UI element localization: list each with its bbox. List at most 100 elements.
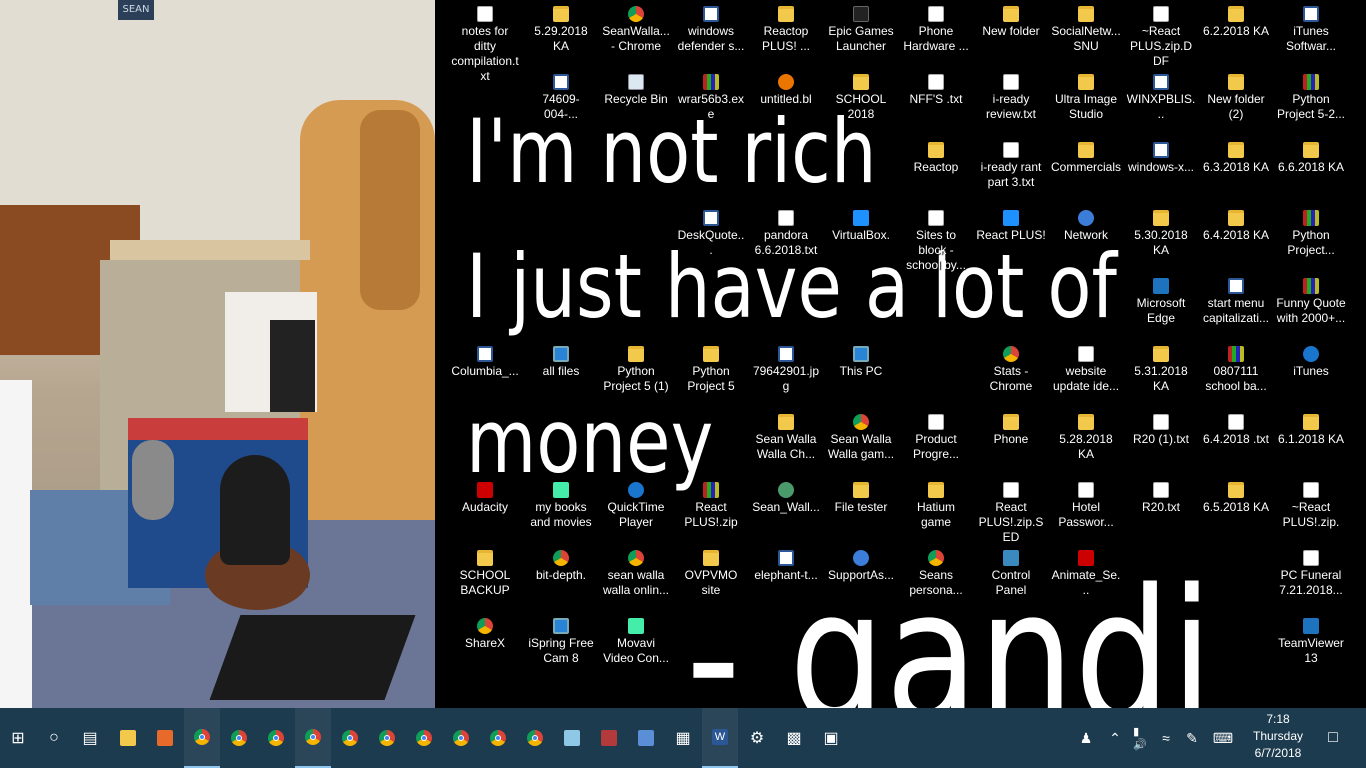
desktop-icon[interactable]: React PLUS!: [974, 204, 1048, 270]
desktop-icon[interactable]: 6.2.2018 KA: [1199, 0, 1273, 66]
desktop-icon[interactable]: Python Project 5: [674, 340, 748, 406]
desktop-icon[interactable]: Seans persona...: [899, 544, 973, 610]
desktop-icon[interactable]: Sites to block - school by...: [899, 204, 973, 272]
desktop-icon[interactable]: Network: [1049, 204, 1123, 270]
taskbar-button[interactable]: ⊞: [0, 708, 36, 768]
taskbar-button[interactable]: [369, 708, 405, 768]
desktop-icon[interactable]: Hatium game: [899, 476, 973, 542]
desktop-icon[interactable]: Recycle Bin: [599, 68, 673, 134]
desktop-icon[interactable]: File tester: [824, 476, 898, 542]
desktop-icon[interactable]: TeamViewer 13: [1274, 612, 1348, 678]
desktop-icon[interactable]: Reactop PLUS! ...: [749, 0, 823, 66]
desktop-icon[interactable]: NFF'S .txt: [899, 68, 973, 134]
desktop-icon[interactable]: OVPVMO site: [674, 544, 748, 610]
desktop-icon[interactable]: i-ready review.txt: [974, 68, 1048, 134]
desktop-icon[interactable]: 6.4.2018 .txt: [1199, 408, 1273, 474]
taskbar-button[interactable]: [554, 708, 590, 768]
desktop-icon[interactable]: Stats - Chrome: [974, 340, 1048, 406]
taskbar-button[interactable]: [406, 708, 442, 768]
taskbar-button[interactable]: [295, 708, 331, 768]
desktop-icon[interactable]: Control Panel: [974, 544, 1048, 610]
people-icon[interactable]: ♟: [1072, 708, 1100, 768]
desktop-icon[interactable]: iTunes: [1274, 340, 1348, 406]
desktop-icon[interactable]: Hotel Passwor...: [1049, 476, 1123, 542]
desktop-icon[interactable]: 6.4.2018 KA: [1199, 204, 1273, 270]
desktop-icon[interactable]: notes for ditty compilation.txt: [448, 0, 522, 83]
desktop-icon[interactable]: Sean_Wall...: [749, 476, 823, 542]
desktop-icon[interactable]: SeanWalla... - Chrome: [599, 0, 673, 66]
desktop-icon[interactable]: Commercials: [1049, 136, 1123, 202]
desktop-icon[interactable]: WINXPBLIS...: [1124, 68, 1198, 134]
taskbar-button[interactable]: ▦: [665, 708, 701, 768]
desktop-icon[interactable]: Ultra Image Studio: [1049, 68, 1123, 134]
desktop-icon[interactable]: Reactop: [899, 136, 973, 202]
taskbar-button[interactable]: [110, 708, 146, 768]
desktop-icon[interactable]: Epic Games Launcher: [824, 0, 898, 66]
desktop-icon[interactable]: ShareX: [448, 612, 522, 678]
desktop-icon[interactable]: Sean Walla Walla gam...: [824, 408, 898, 474]
pen-icon[interactable]: ✎: [1180, 708, 1204, 768]
desktop-icon[interactable]: New folder (2): [1199, 68, 1273, 134]
desktop-icon[interactable]: 6.5.2018 KA: [1199, 476, 1273, 542]
desktop-icon[interactable]: wrar56b3.exe: [674, 68, 748, 134]
taskbar-button[interactable]: [628, 708, 664, 768]
desktop-icon[interactable]: untitled.bl: [749, 68, 823, 134]
chevron-up-icon[interactable]: ⌃: [1103, 708, 1127, 768]
taskbar-button[interactable]: ▩: [776, 708, 812, 768]
desktop-icon[interactable]: 5.30.2018 KA: [1124, 204, 1198, 270]
desktop-icon[interactable]: 6.6.2018 KA: [1274, 136, 1348, 202]
desktop-icon[interactable]: windows-x...: [1124, 136, 1198, 202]
desktop-icon[interactable]: QuickTime Player: [599, 476, 673, 542]
desktop-icon[interactable]: Python Project...: [1274, 204, 1348, 270]
desktop-icon[interactable]: SCHOOL 2018: [824, 68, 898, 134]
desktop-icon[interactable]: Python Project 5 (1): [599, 340, 673, 406]
desktop-icon[interactable]: 6.1.2018 KA: [1274, 408, 1348, 474]
desktop-icon[interactable]: my books and movies: [524, 476, 598, 542]
desktop-icon[interactable]: [899, 340, 973, 406]
desktop-icon[interactable]: Audacity: [448, 476, 522, 542]
taskbar-button[interactable]: [443, 708, 479, 768]
desktop-icon[interactable]: website update ide...: [1049, 340, 1123, 406]
desktop-icon[interactable]: i-ready rant part 3.txt: [974, 136, 1048, 202]
taskbar-button[interactable]: ▣: [813, 708, 849, 768]
wifi-icon[interactable]: ≈: [1154, 708, 1178, 768]
desktop-icon[interactable]: This PC: [824, 340, 898, 406]
desktop-icon[interactable]: React PLUS!.zip: [674, 476, 748, 542]
taskbar-button[interactable]: ⚙: [739, 708, 775, 768]
desktop-icon[interactable]: Product Progre...: [899, 408, 973, 474]
desktop[interactable]: SEAN I'm not rich I just have a lot of m…: [0, 0, 1366, 708]
desktop-icon[interactable]: start menu capitalizati...: [1199, 272, 1273, 338]
desktop-icon[interactable]: 6.3.2018 KA: [1199, 136, 1273, 202]
desktop-icon[interactable]: 5.29.2018 KA: [524, 0, 598, 66]
taskbar-button[interactable]: W: [702, 708, 738, 768]
desktop-icon[interactable]: bit-depth.: [524, 544, 598, 610]
desktop-icon[interactable]: sean walla walla onlin...: [599, 544, 673, 610]
desktop-icon[interactable]: SocialNetw... SNU: [1049, 0, 1123, 66]
desktop-icon[interactable]: R20 (1).txt: [1124, 408, 1198, 474]
desktop-icon[interactable]: SCHOOL BACKUP: [448, 544, 522, 610]
desktop-icon[interactable]: iTunes Softwar...: [1274, 0, 1348, 66]
taskbar-button[interactable]: ▤: [72, 708, 108, 768]
taskbar-button[interactable]: [147, 708, 183, 768]
desktop-icon[interactable]: 0807111 school ba...: [1199, 340, 1273, 406]
desktop-icon[interactable]: R20.txt: [1124, 476, 1198, 542]
clock[interactable]: 7:18 Thursday 6/7/2018: [1248, 708, 1308, 768]
desktop-icon[interactable]: elephant-t...: [749, 544, 823, 610]
taskbar-button[interactable]: [332, 708, 368, 768]
taskbar-button[interactable]: [221, 708, 257, 768]
taskbar-button[interactable]: [517, 708, 553, 768]
desktop-icon[interactable]: Columbia_...: [448, 340, 522, 406]
taskbar-button[interactable]: [258, 708, 294, 768]
taskbar-button[interactable]: ○: [36, 708, 72, 768]
desktop-icon[interactable]: iSpring Free Cam 8: [524, 612, 598, 678]
desktop-icon[interactable]: Phone: [974, 408, 1048, 474]
desktop-icon[interactable]: 5.28.2018 KA: [1049, 408, 1123, 474]
desktop-icon[interactable]: VirtualBox.: [824, 204, 898, 270]
desktop-icon[interactable]: New folder: [974, 0, 1048, 66]
desktop-icon[interactable]: Phone Hardware ...: [899, 0, 973, 66]
desktop-icon[interactable]: pandora 6.6.2018.txt: [749, 204, 823, 270]
desktop-icon[interactable]: all files: [524, 340, 598, 406]
desktop-icon[interactable]: 79642901.jpg: [749, 340, 823, 406]
taskbar-button[interactable]: [184, 708, 220, 768]
desktop-icon[interactable]: 5.31.2018 KA: [1124, 340, 1198, 406]
